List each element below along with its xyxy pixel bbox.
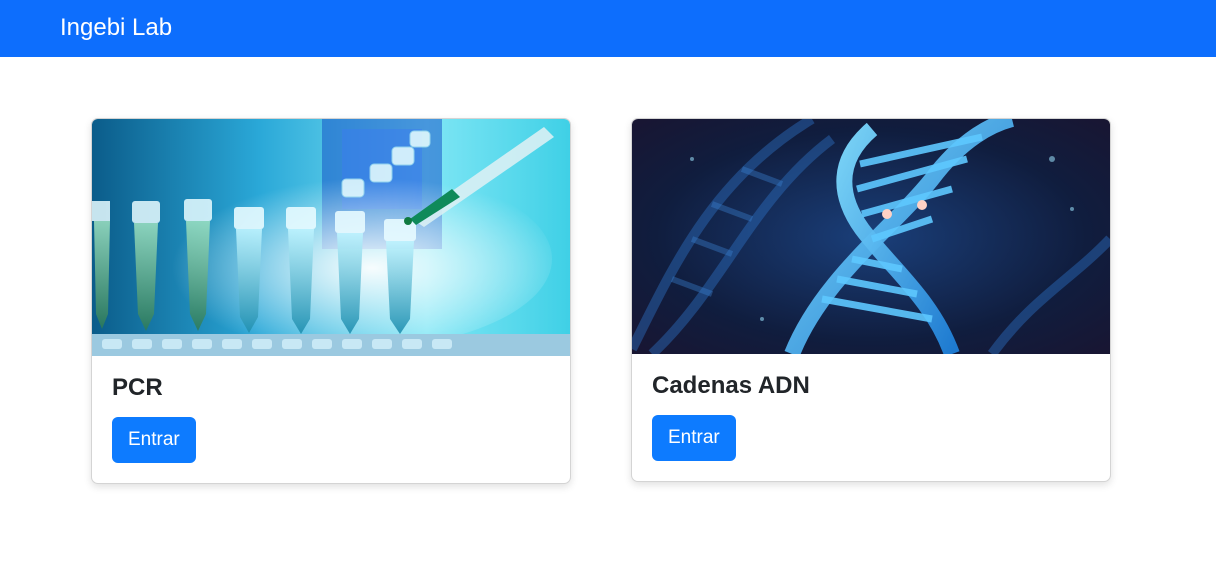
card-title: Cadenas ADN [652, 372, 810, 399]
navbar: Ingebi Lab [0, 0, 1216, 57]
pcr-tubes-image [92, 119, 570, 356]
card-cadenas-adn: Cadenas ADN Entrar [631, 118, 1111, 482]
card-title: PCR [112, 374, 163, 401]
enter-button[interactable]: Entrar [652, 415, 736, 461]
dna-helix-image [632, 119, 1110, 354]
navbar-brand[interactable]: Ingebi Lab [60, 13, 172, 43]
card-pcr: PCR Entrar [91, 118, 571, 484]
enter-button[interactable]: Entrar [112, 417, 196, 463]
